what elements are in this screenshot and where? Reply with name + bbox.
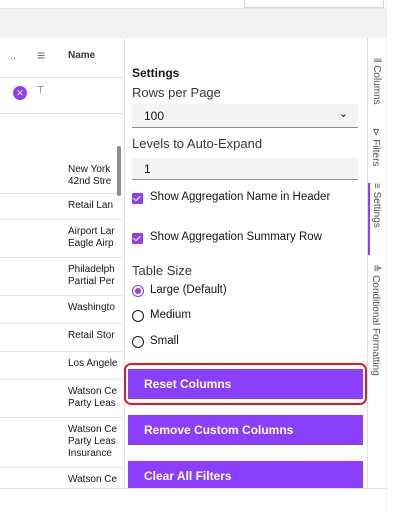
column-menu-icon[interactable]: ≡ bbox=[37, 47, 45, 63]
row-name-cell: New York 42nd Stre bbox=[68, 164, 112, 187]
settings-title: Settings bbox=[132, 66, 180, 80]
table-row[interactable]: Watson Ce Party Leas Insurance bbox=[0, 418, 124, 468]
radio-large-label: Large (Default) bbox=[150, 284, 227, 296]
tab-settings-text: Settings bbox=[371, 191, 382, 228]
remove-custom-columns-button[interactable]: Remove Custom Columns bbox=[128, 415, 363, 445]
grid-scrollbar[interactable] bbox=[117, 146, 121, 196]
side-tab-rail: ⦀ Columns ⊳ Filters ≡ Settings ≜ Conditi… bbox=[367, 38, 386, 488]
top-search-input[interactable] bbox=[244, 0, 384, 8]
row-name-cell: Washingto bbox=[68, 302, 115, 313]
levels-auto-expand-label: Levels to Auto-Expand bbox=[132, 136, 263, 151]
table-row[interactable]: Washingto bbox=[0, 296, 124, 324]
row-name-cell: Airport Lar Eagle Airp bbox=[68, 226, 115, 249]
rows-per-page-select[interactable]: 100 ⌄ bbox=[132, 104, 358, 128]
column-overflow-indicator: .. bbox=[10, 50, 17, 62]
tab-filters[interactable]: ⊳ Filters bbox=[368, 128, 387, 172]
grid-header: .. ≡ Name bbox=[0, 38, 124, 78]
tab-conditional-formatting-text: Conditional Formatting bbox=[370, 275, 381, 376]
bottom-bar bbox=[0, 488, 386, 512]
tab-columns[interactable]: ⦀ Columns bbox=[368, 58, 387, 110]
tab-settings-label: ≡ Settings bbox=[371, 183, 382, 228]
table-row[interactable]: Retail Stor bbox=[0, 324, 124, 352]
aggregation-name-label: Show Aggregation Name in Header bbox=[150, 191, 331, 203]
radio-medium-label: Medium bbox=[150, 309, 191, 321]
aggregation-summary-label: Show Aggregation Summary Row bbox=[150, 231, 322, 243]
data-grid: .. ≡ Name ✕ ⊤ New York 42nd Stre Retail … bbox=[0, 38, 124, 512]
settings-icon: ≡ bbox=[371, 183, 382, 189]
tab-columns-text: Columns bbox=[371, 65, 382, 105]
tab-conditional-formatting[interactable]: ≜ Conditional Formatting bbox=[368, 264, 387, 404]
row-name-cell: Watson Ce Party Leas bbox=[68, 386, 118, 409]
table-row[interactable]: Airport Lar Eagle Airp bbox=[0, 220, 124, 258]
filter-icon[interactable]: ⊤ bbox=[36, 85, 45, 96]
settings-panel: Settings Rows per Page 100 ⌄ Levels to A… bbox=[124, 38, 367, 491]
row-name-cell: Retail Lan bbox=[68, 200, 114, 211]
tab-filters-label: ⊳ Filters bbox=[370, 128, 381, 166]
rows-per-page-value: 100 bbox=[144, 109, 165, 123]
table-row[interactable]: Watson Ce bbox=[0, 468, 124, 490]
aggregation-name-checkbox[interactable] bbox=[132, 193, 143, 204]
window-right-edge bbox=[386, 0, 403, 512]
row-name-cell: Watson Ce bbox=[68, 474, 118, 485]
rows-per-page-label: Rows per Page bbox=[132, 85, 221, 100]
tab-conditional-formatting-label: ≜ Conditional Formatting bbox=[370, 264, 381, 376]
table-row[interactable]: Los Angele bbox=[0, 352, 124, 380]
table-size-label: Table Size bbox=[132, 263, 192, 278]
levels-auto-expand-value: 1 bbox=[144, 162, 151, 176]
clear-all-filters-button[interactable]: Clear All Filters bbox=[128, 461, 363, 491]
tab-filters-text: Filters bbox=[370, 139, 381, 167]
conditional-formatting-icon: ≜ bbox=[370, 264, 381, 273]
aggregation-summary-checkbox[interactable] bbox=[132, 233, 143, 244]
table-row[interactable]: Retail Lan bbox=[0, 194, 124, 220]
reset-columns-button[interactable]: Reset Columns bbox=[128, 369, 363, 399]
radio-small-label: Small bbox=[150, 335, 179, 347]
chevron-down-icon: ⌄ bbox=[338, 108, 348, 120]
radio-medium[interactable] bbox=[132, 310, 144, 322]
filter-icon: ⊳ bbox=[370, 128, 381, 137]
table-row[interactable]: Watson Ce Party Leas bbox=[0, 380, 124, 418]
table-row[interactable]: New York 42nd Stre bbox=[0, 156, 124, 194]
table-row[interactable]: Philadelph Partial Per bbox=[0, 258, 124, 296]
tab-columns-label: ⦀ Columns bbox=[370, 58, 382, 105]
name-column-header[interactable]: Name bbox=[68, 50, 95, 61]
row-name-cell: Retail Stor bbox=[68, 330, 115, 341]
levels-auto-expand-input[interactable]: 1 bbox=[132, 158, 358, 180]
radio-small[interactable] bbox=[132, 336, 144, 348]
tab-settings[interactable]: ≡ Settings bbox=[368, 183, 387, 255]
toolbar-band bbox=[0, 8, 386, 38]
filter-row: ✕ ⊤ bbox=[0, 78, 124, 114]
row-name-cell: Philadelph Partial Per bbox=[68, 264, 115, 287]
row-name-cell: Watson Ce Party Leas Insurance bbox=[68, 424, 118, 459]
radio-large[interactable] bbox=[132, 285, 144, 297]
clear-filter-icon[interactable]: ✕ bbox=[13, 86, 27, 100]
columns-icon: ⦀ bbox=[371, 58, 382, 63]
row-name-cell: Los Angele bbox=[68, 358, 118, 369]
